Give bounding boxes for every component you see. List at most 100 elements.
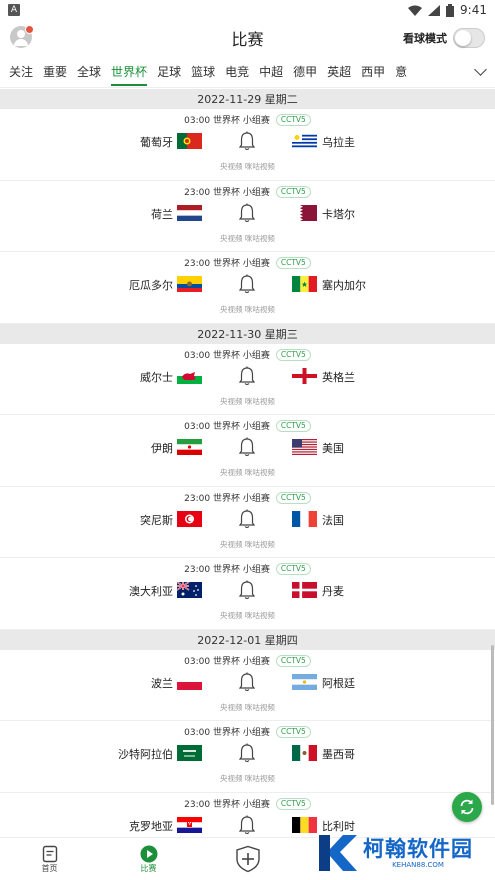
home-team-name: 澳大利亚	[129, 585, 173, 598]
play-icon	[140, 845, 157, 862]
match-row[interactable]: 23:00 世界杯 小组赛 CCTV5 荷兰 卡塔尔 央视频 咪咕视频	[0, 181, 495, 252]
away-flag-icon	[292, 673, 317, 690]
match-time: 03:00	[184, 422, 211, 432]
tab-10[interactable]: 西甲	[356, 56, 390, 87]
match-competition: 世界杯	[212, 493, 240, 504]
tab-11[interactable]: 意	[390, 56, 412, 87]
tab-7[interactable]: 中超	[254, 56, 288, 87]
nav-matches[interactable]: 比赛	[99, 838, 198, 880]
tab-0[interactable]: 关注	[4, 56, 38, 87]
bell-icon[interactable]	[238, 743, 256, 763]
match-row[interactable]: 03:00 世界杯 小组赛 CCTV5 沙特阿拉伯 墨西哥 央视频 咪咕视频	[0, 721, 495, 793]
shield-plus-icon	[235, 845, 260, 873]
match-time: 23:00	[184, 187, 211, 198]
bell-icon[interactable]	[238, 672, 256, 692]
home-team-name: 突尼斯	[140, 513, 173, 527]
tab-9[interactable]: 英超	[322, 56, 356, 87]
match-meta: 03:00 世界杯 小组赛 CCTV5	[0, 725, 495, 738]
status-right: 9:41	[408, 3, 487, 17]
refresh-button[interactable]	[452, 792, 482, 822]
away-team-name: 阿根廷	[322, 676, 355, 690]
category-tabs: 关注 重要 全球 世界杯 足球 篮球 电竞 中超 德甲 英超 西甲意	[0, 56, 495, 88]
home-flag-icon	[177, 204, 202, 221]
home-team-name: 威尔士	[140, 370, 173, 384]
away-flag-icon	[292, 582, 317, 598]
bell-icon[interactable]	[238, 274, 256, 294]
match-row[interactable]: 23:00 世界杯 小组赛 CCTV5 突尼斯 法国 央视频 咪咕视频	[0, 487, 495, 558]
status-time: 9:41	[460, 3, 487, 17]
tv-badge: CCTV5	[275, 726, 311, 738]
watch-mode-toggle[interactable]	[453, 28, 485, 48]
away-flag-icon	[292, 204, 317, 221]
match-row[interactable]: 23:00 世界杯 小组赛 CCTV5 厄瓜多尔 塞内加尔 央视频 咪咕视频	[0, 252, 495, 324]
match-meta: 03:00 世界杯 小组赛 CCTV5	[0, 348, 495, 361]
wifi-icon	[408, 5, 423, 16]
refresh-icon	[460, 799, 474, 815]
match-meta: 03:00 世界杯 小组赛 CCTV5	[0, 113, 495, 126]
home-flag-icon	[177, 745, 202, 761]
nav-matches-label: 比赛	[140, 863, 157, 873]
broadcast-channels: 央视频 咪咕视频	[220, 539, 275, 549]
tab-5[interactable]: 篮球	[186, 56, 220, 87]
match-time: 23:00	[184, 799, 211, 810]
bell-icon[interactable]	[238, 203, 256, 223]
match-row[interactable]: 03:00 世界杯 小组赛 CCTV5 葡萄牙 乌拉圭 央视频 咪咕视频	[0, 109, 495, 181]
nav-center[interactable]	[198, 838, 297, 880]
bell-icon[interactable]	[238, 366, 256, 386]
home-team-name: 荷兰	[151, 207, 173, 221]
tab-2[interactable]: 全球	[72, 56, 106, 87]
bell-icon[interactable]	[238, 580, 256, 600]
home-team-name: 伊朗	[151, 442, 173, 455]
match-row[interactable]: 03:00 世界杯 小组赛 CCTV5 威尔士 英格兰央视频 咪咕视频	[0, 344, 495, 415]
broadcast-channels: 央视频 咪咕视频	[220, 233, 275, 243]
away-flag-icon	[292, 276, 317, 292]
broadcast-channels: 央视频 咪咕视频	[220, 396, 275, 406]
tab-8[interactable]: 德甲	[288, 56, 322, 87]
battery-icon	[446, 3, 455, 17]
watch-mode: 看球模式	[403, 28, 485, 48]
match-list[interactable]: 2022-11-29 星期二 03:00 世界杯 小组赛 CCTV5 葡萄牙 乌拉圭 央视…	[0, 89, 495, 837]
home-flag-icon	[177, 367, 202, 384]
nav-home-label: 首页	[41, 863, 58, 873]
nav-home[interactable]: 首页	[0, 838, 99, 880]
tab-1[interactable]: 重要	[38, 56, 72, 87]
match-stage: 小组赛	[242, 116, 270, 126]
match-time: 23:00	[184, 259, 211, 269]
tv-badge: CCTV5	[275, 348, 311, 361]
avatar[interactable]	[10, 25, 34, 48]
match-competition: 世界杯	[212, 799, 240, 810]
signal-icon	[428, 4, 441, 16]
match-stage: 小组赛	[242, 565, 270, 575]
match-row[interactable]: 03:00 世界杯 小组赛 CCTV5 波兰 阿根廷 央视频 咪咕视频	[0, 650, 495, 721]
tab-3[interactable]: 世界杯	[106, 56, 152, 87]
date-header: 2022-11-29 星期二	[0, 89, 495, 109]
chevron-down-icon	[474, 63, 487, 76]
match-time: 23:00	[184, 493, 211, 504]
match-stage: 小组赛	[242, 187, 270, 198]
away-team-name: 英格兰	[322, 370, 355, 384]
bell-icon[interactable]	[238, 131, 256, 151]
bell-icon[interactable]	[238, 437, 256, 457]
tv-badge: CCTV5	[275, 563, 311, 575]
match-stage: 小组赛	[242, 728, 270, 738]
bell-icon[interactable]	[238, 509, 256, 529]
match-stage: 小组赛	[242, 656, 270, 667]
document-icon	[42, 845, 57, 862]
away-flag-icon	[292, 510, 317, 527]
bell-icon[interactable]	[238, 815, 256, 835]
tabs-expand[interactable]	[445, 56, 495, 87]
tv-badge: CCTV5	[275, 491, 311, 504]
home-team-name: 克罗地亚	[129, 819, 173, 833]
match-row[interactable]: 03:00 世界杯 小组赛 CCTV5 伊朗 美国 央视频 咪咕视频	[0, 415, 495, 487]
match-competition: 世界杯	[212, 350, 240, 361]
scrollbar[interactable]	[491, 645, 494, 805]
away-team-name: 卡塔尔	[322, 207, 355, 221]
home-flag-icon	[177, 673, 202, 690]
tab-6[interactable]: 电竞	[220, 56, 254, 87]
match-stage: 小组赛	[242, 422, 270, 432]
away-flag-icon	[292, 816, 317, 833]
match-row[interactable]: 23:00 世界杯 小组赛 CCTV5 澳大利亚 丹麦 央视频 咪咕视频	[0, 558, 495, 630]
home-flag-icon	[177, 816, 202, 833]
match-competition: 世界杯	[212, 187, 240, 198]
tab-4[interactable]: 足球	[152, 56, 186, 87]
